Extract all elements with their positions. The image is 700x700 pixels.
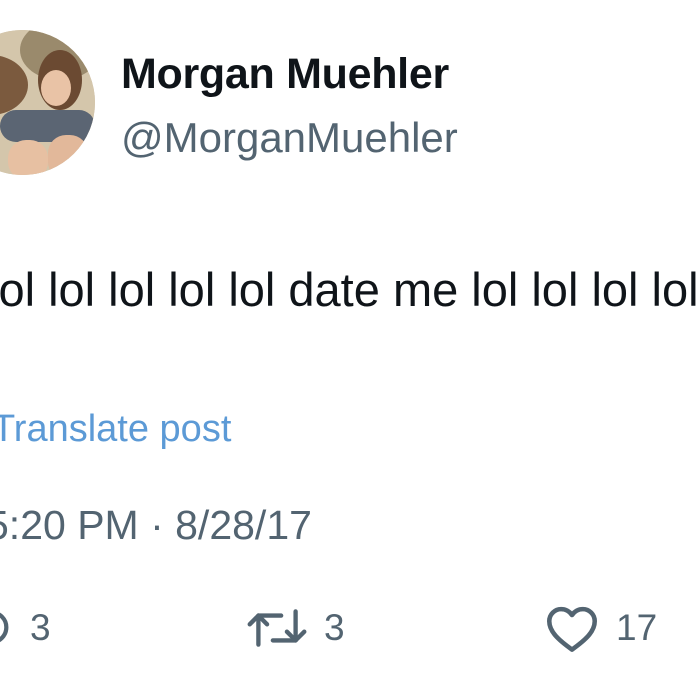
post-timestamp[interactable]: 5:20 PM · 8/28/17: [0, 502, 312, 549]
avatar[interactable]: [0, 30, 95, 175]
reply-icon: [0, 605, 14, 651]
like-count: 17: [616, 607, 658, 648]
user-handle[interactable]: @MorganMuehler: [121, 114, 458, 162]
heart-icon: [544, 603, 600, 653]
translate-post-link[interactable]: Translate post: [0, 408, 231, 451]
post-text: lol lol lol lol lol date me lol lol lol …: [0, 263, 699, 316]
tweet-card: Morgan Muehler @MorganMuehler lol lol lo…: [0, 0, 700, 700]
display-name[interactable]: Morgan Muehler: [121, 50, 449, 99]
reply-button[interactable]: 3: [0, 598, 51, 658]
retweet-button[interactable]: 3: [246, 598, 345, 658]
like-button[interactable]: 17: [544, 598, 657, 658]
avatar-image: [0, 30, 95, 175]
reply-count: 3: [30, 607, 51, 648]
retweet-count: 3: [324, 607, 345, 648]
retweet-icon: [246, 605, 308, 651]
